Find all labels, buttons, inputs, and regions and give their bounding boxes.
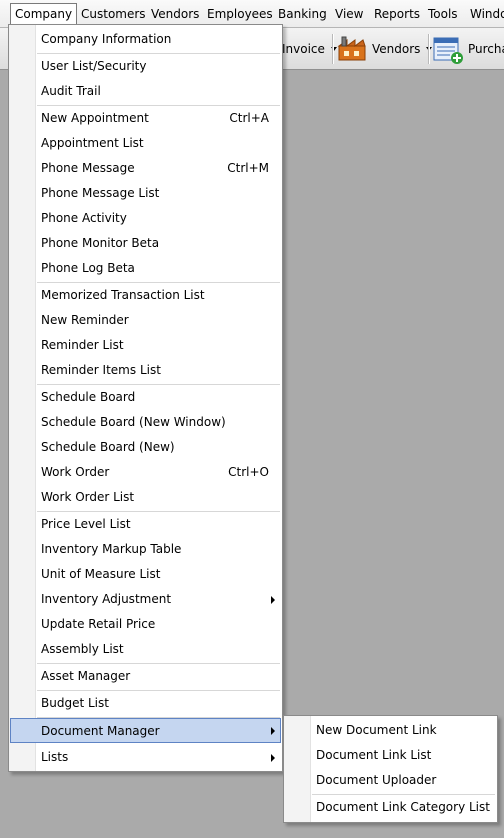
menu-item-label: Inventory Markup Table xyxy=(41,542,182,556)
purchase-order-icon xyxy=(433,37,463,64)
submenu-arrow-icon xyxy=(271,596,275,604)
vendors-label: Vendors xyxy=(372,42,421,56)
menu-item-lists[interactable]: Lists xyxy=(10,745,281,770)
menu-item-label: Audit Trail xyxy=(41,84,101,98)
menu-item-phone-activity[interactable]: Phone Activity xyxy=(10,206,281,231)
menu-item-document-manager[interactable]: Document Manager xyxy=(10,718,281,743)
menu-item-price-level-list[interactable]: Price Level List xyxy=(10,512,281,537)
menu-item-budget-list[interactable]: Budget List xyxy=(10,691,281,716)
menu-company[interactable]: Company xyxy=(10,3,78,24)
menu-item-label: User List/Security xyxy=(41,59,147,73)
purchase-label: Purchas xyxy=(468,42,504,56)
menu-item-label: Document Manager xyxy=(41,724,160,738)
menu-item-work-order[interactable]: Work Order Ctrl+O xyxy=(10,460,281,485)
menu-vendors[interactable]: Vendors xyxy=(151,6,199,22)
company-menu: Company Information User List/Security A… xyxy=(8,24,283,772)
menu-item-reminder-items-list[interactable]: Reminder Items List xyxy=(10,358,281,383)
factory-icon xyxy=(337,36,366,61)
menu-item-asset-manager[interactable]: Asset Manager xyxy=(10,664,281,689)
menu-item-label: New Document Link xyxy=(316,723,437,737)
menu-item-reminder-list[interactable]: Reminder List xyxy=(10,333,281,358)
menu-item-company-information[interactable]: Company Information xyxy=(10,27,281,52)
menu-item-document-link-category-list[interactable]: Document Link Category List xyxy=(285,795,496,820)
menu-item-label: Document Link List xyxy=(316,748,432,762)
menu-employees[interactable]: Employees xyxy=(207,6,273,22)
menu-reports[interactable]: Reports xyxy=(374,6,420,22)
menu-item-appointment-list[interactable]: Appointment List xyxy=(10,131,281,156)
submenu-arrow-icon xyxy=(271,727,275,735)
menu-item-label: Reminder List xyxy=(41,338,124,352)
menu-tools[interactable]: Tools xyxy=(428,6,458,22)
menu-item-label: Reminder Items List xyxy=(41,363,161,377)
menu-item-new-document-link[interactable]: New Document Link xyxy=(285,718,496,743)
menu-item-label: Unit of Measure List xyxy=(41,567,161,581)
menu-item-inventory-markup-table[interactable]: Inventory Markup Table xyxy=(10,537,281,562)
menu-item-document-uploader[interactable]: Document Uploader xyxy=(285,768,496,793)
menu-item-label: New Reminder xyxy=(41,313,129,327)
menu-item-work-order-list[interactable]: Work Order List xyxy=(10,485,281,510)
menu-item-label: Phone Message xyxy=(41,161,135,175)
menu-window[interactable]: Windo xyxy=(470,6,504,22)
document-manager-submenu: New Document Link Document Link List Doc… xyxy=(283,715,498,823)
menu-item-memorized-transaction-list[interactable]: Memorized Transaction List xyxy=(10,283,281,308)
menu-item-label: Schedule Board (New) xyxy=(41,440,175,454)
menu-item-label: Memorized Transaction List xyxy=(41,288,205,302)
menu-item-label: Asset Manager xyxy=(41,669,131,683)
toolbar-separator xyxy=(428,34,429,64)
menu-item-label: Company Information xyxy=(41,32,172,46)
menu-item-label: Price Level List xyxy=(41,517,131,531)
invoice-button[interactable]: Invoice xyxy=(282,28,337,70)
vendors-button[interactable]: Vendors xyxy=(336,28,433,70)
invoice-label: Invoice xyxy=(282,42,325,56)
menu-item-label: Phone Log Beta xyxy=(41,261,135,275)
menu-item-label: New Appointment xyxy=(41,111,149,125)
menu-item-unit-of-measure-list[interactable]: Unit of Measure List xyxy=(10,562,281,587)
menu-item-schedule-board-new-window[interactable]: Schedule Board (New Window) xyxy=(10,410,281,435)
menu-item-new-reminder[interactable]: New Reminder xyxy=(10,308,281,333)
shortcut-label: Ctrl+A xyxy=(229,111,269,125)
menu-item-label: Phone Activity xyxy=(41,211,127,225)
menu-item-new-appointment[interactable]: New Appointment Ctrl+A xyxy=(10,106,281,131)
shortcut-label: Ctrl+O xyxy=(228,465,269,479)
menu-customers[interactable]: Customers xyxy=(81,6,146,22)
menu-item-phone-message[interactable]: Phone Message Ctrl+M xyxy=(10,156,281,181)
submenu-arrow-icon xyxy=(271,754,275,762)
purchase-button[interactable]: Purchas xyxy=(432,28,504,70)
menu-item-phone-log-beta[interactable]: Phone Log Beta xyxy=(10,256,281,281)
menu-item-label: Work Order List xyxy=(41,490,135,504)
menu-item-label: Work Order xyxy=(41,465,110,479)
toolbar-separator xyxy=(332,34,333,64)
menu-item-schedule-board[interactable]: Schedule Board xyxy=(10,385,281,410)
menu-item-label: Document Uploader xyxy=(316,773,437,787)
menu-item-label: Assembly List xyxy=(41,642,124,656)
menu-item-schedule-board-new[interactable]: Schedule Board (New) xyxy=(10,435,281,460)
menu-item-label: Lists xyxy=(41,750,69,764)
menu-item-label: Phone Monitor Beta xyxy=(41,236,160,250)
menu-item-document-link-list[interactable]: Document Link List xyxy=(285,743,496,768)
menu-item-assembly-list[interactable]: Assembly List xyxy=(10,637,281,662)
menu-item-inventory-adjustment[interactable]: Inventory Adjustment xyxy=(10,587,281,612)
menu-item-label: Document Link Category List xyxy=(316,800,490,814)
menu-item-label: Update Retail Price xyxy=(41,617,156,631)
menu-item-audit-trail[interactable]: Audit Trail xyxy=(10,79,281,104)
menu-view[interactable]: View xyxy=(335,6,363,22)
menu-item-label: Budget List xyxy=(41,696,109,710)
menu-item-label: Appointment List xyxy=(41,136,144,150)
menu-item-label: Schedule Board xyxy=(41,390,136,404)
menu-item-label: Schedule Board (New Window) xyxy=(41,415,226,429)
menu-item-phone-message-list[interactable]: Phone Message List xyxy=(10,181,281,206)
menu-item-phone-monitor-beta[interactable]: Phone Monitor Beta xyxy=(10,231,281,256)
shortcut-label: Ctrl+M xyxy=(227,161,269,175)
menu-banking[interactable]: Banking xyxy=(278,6,327,22)
menu-item-label: Inventory Adjustment xyxy=(41,592,172,606)
menu-item-update-retail-price[interactable]: Update Retail Price xyxy=(10,612,281,637)
menu-item-label: Phone Message List xyxy=(41,186,160,200)
menu-item-user-list-security[interactable]: User List/Security xyxy=(10,54,281,79)
